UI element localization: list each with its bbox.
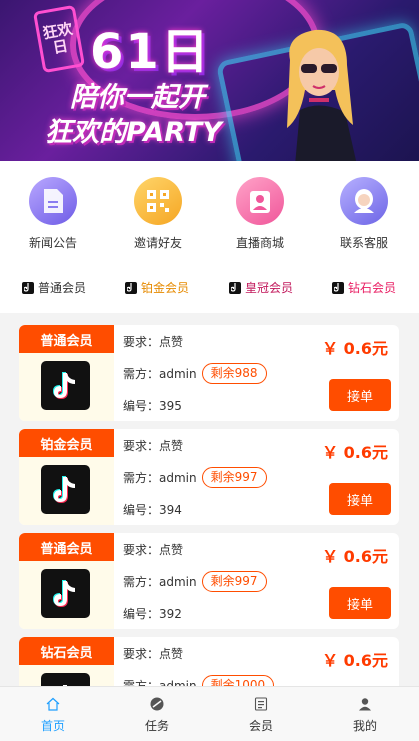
invite-button[interactable]: 邀请好友: [118, 177, 198, 251]
client: 需方：admin: [123, 367, 197, 381]
client-row: 需方：admin 剩余997: [123, 467, 267, 488]
qr-code-icon: [134, 177, 182, 225]
task-card: 普通会员 要求：点赞 需方：admin 剩余997 编号：392 ￥ 0.6元 …: [19, 533, 399, 629]
tab-crown-member[interactable]: 皇冠会员: [229, 279, 293, 296]
tab-label: 普通会员: [38, 281, 87, 295]
live-mall-button[interactable]: 直播商城: [220, 177, 300, 251]
level-badge: 钻石会员: [19, 637, 114, 665]
tiktok-icon: [41, 465, 90, 514]
news-button[interactable]: 新闻公告: [13, 177, 93, 251]
promo-banner[interactable]: 狂欢日 61日 陪你一起开 狂欢的PARTY: [0, 0, 419, 161]
tab-regular-member[interactable]: 普通会员: [22, 279, 86, 296]
banner-line-1: 陪你一起开: [70, 82, 205, 113]
banner-tag: 狂欢日: [32, 4, 86, 74]
tab-label: 钻石会员: [348, 281, 397, 295]
tiktok-icon: [41, 569, 90, 618]
invite-label: 邀请好友: [133, 236, 182, 250]
news-label: 新闻公告: [28, 236, 77, 250]
document-icon: [29, 177, 77, 225]
quick-menu: 新闻公告 邀请好友 直播商城 联系客服 普通会员 铂金会员 皇冠会员 钻石会员: [0, 161, 419, 313]
bottom-nav: 首页 任务 会员 我的: [0, 686, 419, 741]
level-badge: 普通会员: [19, 533, 114, 561]
nav-label: 任务: [144, 719, 169, 733]
support-agent-icon: [340, 177, 388, 225]
nav-member[interactable]: 会员: [209, 695, 313, 734]
task-card: 普通会员 要求：点赞 需方：admin 剩余988 编号：395 ￥ 0.6元 …: [19, 325, 399, 421]
banner-line-2: 狂欢的PARTY: [45, 117, 222, 148]
client: 需方：admin: [123, 471, 197, 485]
card-thumb: 铂金会员: [19, 429, 114, 525]
accept-order-button[interactable]: 接单: [329, 483, 391, 515]
tiktok-icon: [22, 281, 34, 294]
home-icon: [1, 695, 105, 713]
nav-label: 会员: [248, 719, 273, 733]
price: ￥ 0.6元: [322, 339, 388, 358]
user-card-icon: [236, 177, 284, 225]
client-row: 需方：admin 剩余988: [123, 363, 267, 384]
client: 需方：admin: [123, 575, 197, 589]
customer-service-button[interactable]: 联系客服: [324, 177, 404, 251]
profile-icon: [313, 695, 417, 713]
nav-tasks[interactable]: 任务: [105, 695, 209, 734]
tiktok-icon: [41, 361, 90, 410]
accept-order-button[interactable]: 接单: [329, 587, 391, 619]
price: ￥ 0.6元: [322, 547, 388, 566]
nav-profile[interactable]: 我的: [313, 695, 417, 734]
card-thumb: 普通会员: [19, 533, 114, 629]
task-number: 编号：392: [123, 607, 182, 621]
live-mall-label: 直播商城: [235, 236, 284, 250]
nav-label: 首页: [40, 719, 65, 733]
remaining-badge: 剩余997: [201, 467, 267, 488]
member-level-tabs: 普通会员 铂金会员 皇冠会员 钻石会员: [0, 279, 419, 299]
customer-service-label: 联系客服: [339, 236, 388, 250]
tab-diamond-member[interactable]: 钻石会员: [332, 279, 396, 296]
nav-home[interactable]: 首页: [1, 695, 105, 734]
card-thumb: 普通会员: [19, 325, 114, 421]
remaining-badge: 剩余988: [201, 363, 267, 384]
tiktok-icon: [229, 281, 241, 294]
level-badge: 普通会员: [19, 325, 114, 353]
price: ￥ 0.6元: [322, 443, 388, 462]
price: ￥ 0.6元: [322, 651, 388, 670]
member-icon: [209, 695, 313, 713]
accept-order-button[interactable]: 接单: [329, 379, 391, 411]
requirement: 要求：点赞: [123, 439, 184, 453]
client-row: 需方：admin 剩余997: [123, 571, 267, 592]
requirement: 要求：点赞: [123, 543, 184, 557]
task-icon: [105, 695, 209, 713]
task-number: 编号：395: [123, 399, 182, 413]
tiktok-icon: [332, 281, 344, 294]
tab-platinum-member[interactable]: 铂金会员: [125, 279, 189, 296]
requirement: 要求：点赞: [123, 335, 184, 349]
remaining-badge: 剩余997: [201, 571, 267, 592]
requirement: 要求：点赞: [123, 647, 184, 661]
tab-label: 铂金会员: [141, 281, 190, 295]
tiktok-icon: [125, 281, 137, 294]
character-illustration: [287, 29, 357, 161]
level-badge: 铂金会员: [19, 429, 114, 457]
tab-label: 皇冠会员: [245, 281, 294, 295]
banner-headline: 61日: [90, 24, 211, 80]
nav-label: 我的: [352, 719, 377, 733]
task-card: 铂金会员 要求：点赞 需方：admin 剩余997 编号：394 ￥ 0.6元 …: [19, 429, 399, 525]
task-number: 编号：394: [123, 503, 182, 517]
